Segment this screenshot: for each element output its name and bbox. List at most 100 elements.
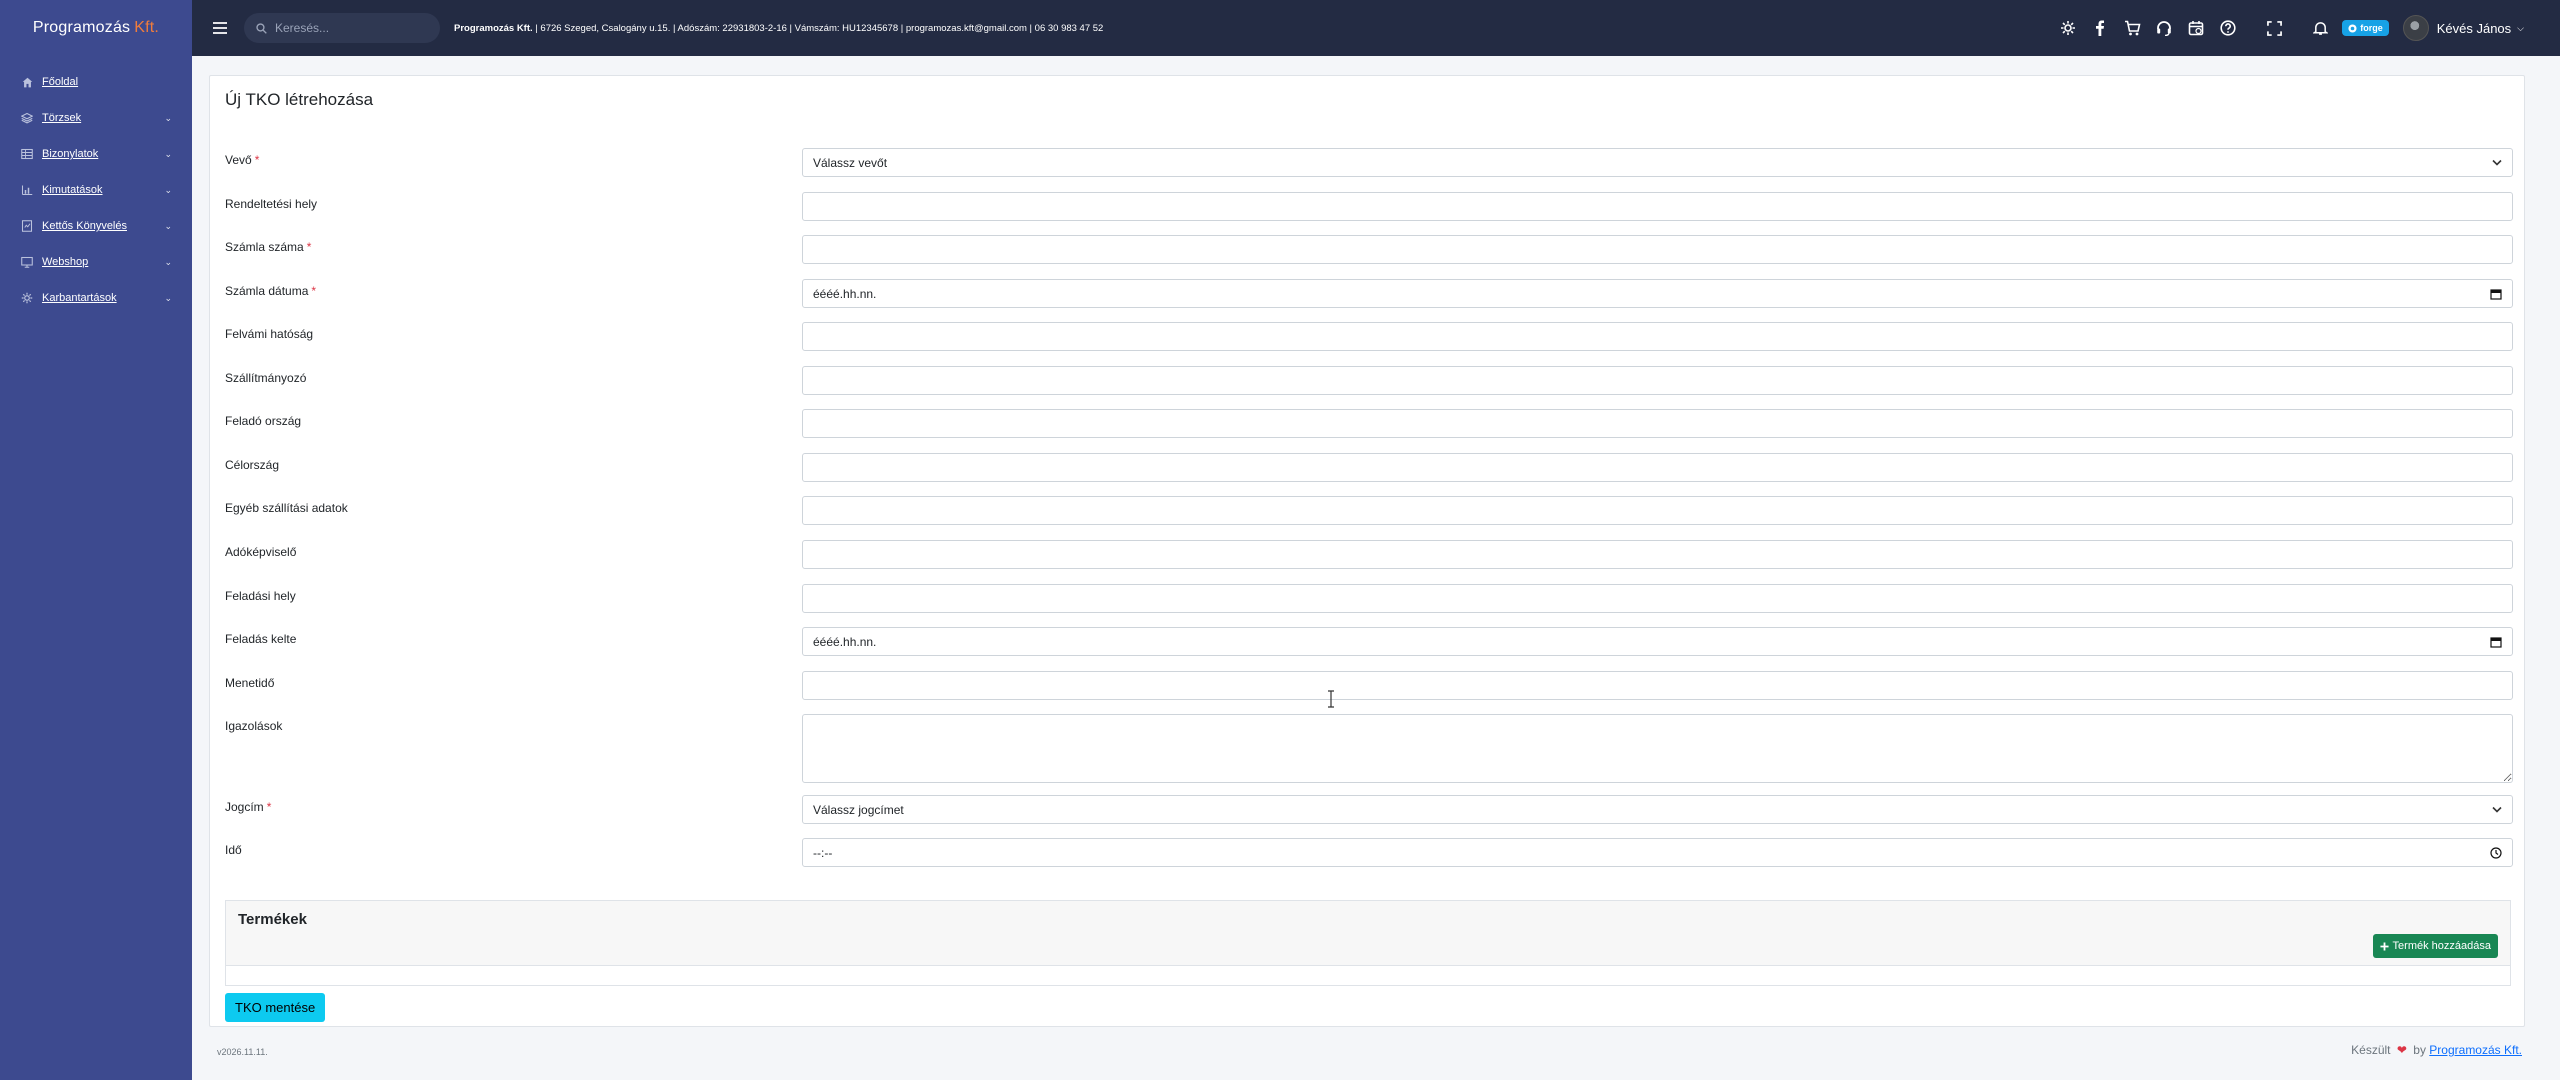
notifications-button[interactable] bbox=[2304, 0, 2336, 56]
rendeltetesi-hely-label: Rendeltetési hely bbox=[225, 197, 317, 211]
igazolasok-textarea[interactable] bbox=[802, 714, 2513, 783]
felado-orszag-field[interactable] bbox=[802, 409, 2513, 438]
feladasi-hely-label: Feladási hely bbox=[225, 589, 296, 603]
field-label-text: Rendeltetési hely bbox=[225, 197, 318, 211]
vevo-select[interactable]: Válassz vevőt bbox=[802, 148, 2513, 177]
chevron-down-icon: ⌄ bbox=[164, 184, 172, 195]
fullscreen-icon bbox=[2266, 20, 2282, 36]
tko-form-card: Új TKO létrehozása Vevő * Válassz vevőt Ren… bbox=[209, 75, 2525, 1027]
field-label-text: Menetidő bbox=[225, 676, 275, 690]
settings-icon bbox=[2061, 21, 2076, 35]
field-label-text: Célország bbox=[225, 458, 280, 472]
chevron-down-icon: ⌄ bbox=[164, 256, 172, 267]
szamla-szama-field[interactable] bbox=[802, 235, 2513, 264]
search-box[interactable] bbox=[244, 13, 440, 43]
field-label-text: Feladási hely bbox=[225, 589, 296, 603]
fullscreen-button[interactable] bbox=[2258, 0, 2290, 56]
products-title: Termékek bbox=[238, 911, 307, 928]
app-version: v2026.11.11. bbox=[217, 1047, 268, 1057]
celorszag-label: Célország bbox=[225, 458, 279, 472]
adokepviselo-label: Adóképviselő bbox=[225, 545, 296, 559]
chevron-down-icon: ⌵ bbox=[2517, 22, 2524, 33]
szallitmanyozo-field[interactable] bbox=[802, 366, 2513, 395]
topbar-actions: forge Kévés János ⌵ bbox=[2052, 0, 2560, 56]
field-label-text: Jogcím bbox=[225, 800, 264, 814]
company-info: Programozás Kft. | 6726 Szeged, Csalogán… bbox=[454, 23, 1103, 34]
field-label-text: Igazolások bbox=[225, 719, 283, 733]
field-label-text: Adóképviselő bbox=[225, 545, 297, 559]
sidebar-item-karbantartasok[interactable]: Karbantartások ⌄ bbox=[0, 280, 192, 316]
required-marker: * bbox=[306, 240, 312, 254]
field-label-text: Felvámi hatóság bbox=[225, 327, 314, 341]
sidebar-item-fooldal[interactable]: Főoldal bbox=[0, 64, 192, 100]
sidebar-item-kimutatasok[interactable]: Kimutatások ⌄ bbox=[0, 172, 192, 208]
vevo-value: Válassz vevőt bbox=[813, 155, 888, 170]
chevron-down-icon: ⌄ bbox=[164, 292, 172, 303]
sidebar-item-label: Törzsek bbox=[42, 112, 82, 124]
felado-orszag-label: Feladó ország bbox=[225, 414, 301, 428]
field-label-text: Feladás kelte bbox=[225, 632, 297, 646]
egyeb-szallitasi-adatok-label: Egyéb szállítási adatok bbox=[225, 501, 348, 515]
jogcim-label: Jogcím * bbox=[225, 800, 271, 814]
egyeb-szallitasi-adatok-field[interactable] bbox=[802, 496, 2513, 525]
save-tko-button[interactable]: TKO mentése bbox=[225, 993, 326, 1022]
calendar-button[interactable] bbox=[2180, 0, 2212, 56]
help-button[interactable] bbox=[2212, 0, 2244, 56]
celorszag-field[interactable] bbox=[802, 453, 2513, 482]
sidebar-item-label: Bizonylatok bbox=[42, 148, 99, 160]
page-title: Új TKO létrehozása bbox=[225, 90, 374, 109]
menu-toggle-button[interactable] bbox=[200, 0, 240, 56]
monitor-icon bbox=[20, 255, 34, 269]
menetido-label: Menetidő bbox=[225, 676, 274, 690]
sidebar-item-label: Kettős Könyvelés bbox=[42, 220, 127, 232]
sidebar-item-label: Webshop bbox=[42, 256, 89, 268]
jogcim-select[interactable]: Válassz jogcímet bbox=[802, 795, 2513, 824]
sidebar-item-label: Főoldal bbox=[42, 76, 79, 88]
menetido-field[interactable] bbox=[802, 671, 2513, 700]
felvami-hatosag-label: Felvámi hatóság bbox=[225, 327, 313, 341]
szallitmanyozo-label: Szállítmányozó bbox=[225, 371, 306, 385]
sidebar-item-bizonylatok[interactable]: Bizonylatok ⌄ bbox=[0, 136, 192, 172]
field-label-text: Egyéb szállítási adatok bbox=[225, 501, 348, 515]
sidebar-item-kettos-konyveles[interactable]: Kettős Könyvelés ⌄ bbox=[0, 208, 192, 244]
sidebar: Programozás Kft. Főoldal Törzsek ⌄ Bizon… bbox=[0, 0, 192, 1080]
add-product-button[interactable]: Termék hozzáadása bbox=[2372, 934, 2498, 958]
search-icon bbox=[256, 22, 267, 34]
forge-badge-label: forge bbox=[2360, 23, 2383, 33]
products-list bbox=[225, 966, 2511, 986]
forge-badge[interactable]: forge bbox=[2342, 20, 2389, 36]
gear-icon bbox=[20, 291, 34, 305]
calendar-icon bbox=[2188, 21, 2204, 36]
field-label-text: Számla száma bbox=[225, 240, 304, 254]
ido-field[interactable]: --:-- bbox=[802, 838, 2513, 867]
footer-company-link[interactable]: Programozás Kft. bbox=[2429, 1043, 2522, 1057]
products-panel: Termékek Termék hozzáadása bbox=[225, 900, 2511, 966]
support-button[interactable] bbox=[2148, 0, 2180, 56]
sidebar-item-torzsek[interactable]: Törzsek ⌄ bbox=[0, 100, 192, 136]
settings-button[interactable] bbox=[2052, 0, 2084, 56]
user-name: Kévés János bbox=[2436, 20, 2512, 36]
sidebar-item-webshop[interactable]: Webshop ⌄ bbox=[0, 244, 192, 280]
brand-logo[interactable]: Programozás Kft. bbox=[0, 0, 192, 56]
sidebar-item-label: Karbantartások bbox=[42, 292, 117, 304]
topbar: Programozás Kft. | 6726 Szeged, Csalogán… bbox=[192, 0, 2560, 56]
cart-button[interactable] bbox=[2116, 0, 2148, 56]
avatar bbox=[2402, 15, 2429, 41]
felvami-hatosag-field[interactable] bbox=[802, 322, 2513, 351]
feladas-kelte-field[interactable]: éééé.hh.nn. bbox=[802, 627, 2513, 656]
igazolasok-label: Igazolások bbox=[225, 719, 282, 733]
hamburger-icon bbox=[213, 22, 227, 34]
rendeltetesi-hely-field[interactable] bbox=[802, 192, 2513, 221]
field-label-text: Szállítmányozó bbox=[225, 371, 307, 385]
adokepviselo-field[interactable] bbox=[802, 540, 2513, 569]
user-menu[interactable]: Kévés János ⌵ bbox=[2402, 15, 2524, 41]
text-cursor-icon bbox=[1326, 690, 1336, 708]
facebook-button[interactable] bbox=[2084, 0, 2116, 56]
field-label-text: Idő bbox=[225, 843, 242, 857]
chevron-down-icon: ⌄ bbox=[164, 220, 172, 231]
feladasi-hely-field[interactable] bbox=[802, 584, 2513, 613]
szamla-datuma-value: éééé.hh.nn. bbox=[813, 286, 877, 301]
clock-icon bbox=[2490, 846, 2502, 859]
search-input[interactable] bbox=[275, 21, 425, 35]
szamla-datuma-field[interactable]: éééé.hh.nn. bbox=[802, 279, 2513, 308]
